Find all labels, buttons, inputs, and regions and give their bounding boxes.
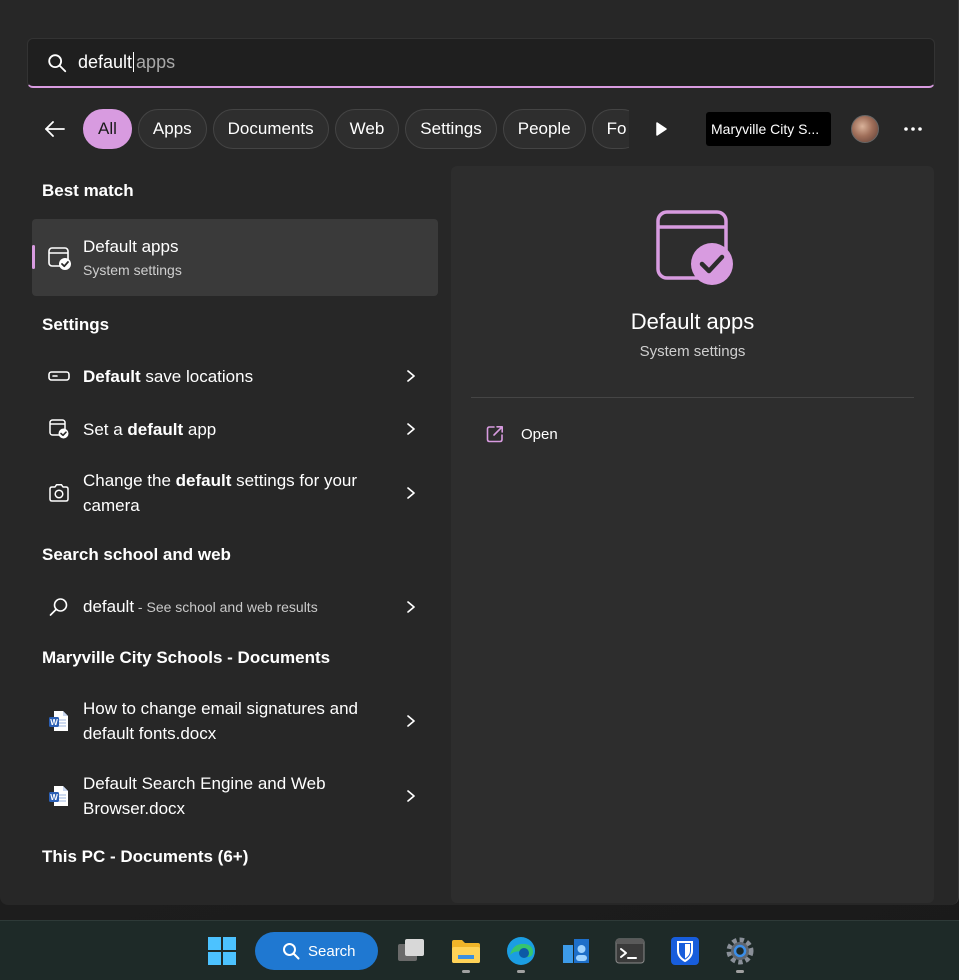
back-button[interactable] [33,109,77,149]
svg-text:W: W [50,718,58,727]
label-rest: app [183,419,217,439]
chevron-right-icon[interactable] [404,369,418,383]
user-avatar[interactable] [851,115,879,143]
filter-chip-settings[interactable]: Settings [405,109,497,149]
terminal-icon[interactable] [614,935,646,967]
preview-pane: Default apps System settings Open [451,166,934,903]
open-external-icon [486,425,504,443]
search-box[interactable]: default apps [27,38,935,88]
taskbar-search-label: Search [308,942,356,960]
search-typed-text: default [78,52,135,72]
filter-chip-folders[interactable]: Fo [591,109,629,149]
filter-chip-people[interactable]: People [502,109,586,149]
company-portal-icon[interactable] [560,935,592,967]
best-match-title: Default apps [83,237,179,256]
web-search-result[interactable]: default - See school and web results [32,593,438,621]
org-account-button[interactable]: Maryville City S... [706,112,831,146]
running-indicator [462,970,470,973]
search-icon [49,598,68,616]
chevron-right-icon[interactable] [404,714,418,728]
label-pre: Change the [83,471,176,490]
filter-bar: All Apps Documents Web Settings People F… [27,108,935,150]
task-view-icon[interactable] [395,935,427,967]
bitwarden-shield-icon[interactable] [669,935,701,967]
selection-indicator [32,245,35,269]
best-match-subtitle: System settings [83,262,182,278]
taskbar: Search [0,920,959,980]
file-explorer-icon[interactable] [450,935,482,967]
settings-result-set-default-app[interactable]: Set a default app [32,415,438,443]
section-title-best-match: Best match [42,181,134,200]
document-result[interactable]: W How to change email signatures and def… [32,695,438,747]
default-apps-icon [48,246,71,270]
play-icon [656,122,667,136]
running-indicator [736,970,744,973]
edge-browser-icon[interactable] [505,935,537,967]
filter-chips: All Apps Documents Web Settings People F… [83,109,629,149]
settings-result-label: Change the default settings for your cam… [83,468,383,518]
search-suggestion-text: apps [136,52,176,72]
filter-chip-documents[interactable]: Documents [212,109,329,149]
section-title-search-web: Search school and web [42,545,231,564]
preview-divider [471,397,914,398]
document-result[interactable]: W Default Search Engine and Web Browser.… [32,770,438,822]
camera-icon [49,484,69,502]
word-doc-icon: W [49,711,68,731]
settings-result-camera[interactable]: Change the default settings for your cam… [32,467,438,519]
highlight-term: Default [83,366,141,386]
word-doc-icon: W [49,786,68,806]
section-title-school-documents: Maryville City Schools - Documents [42,648,331,667]
more-filters-button[interactable] [641,109,681,149]
best-match-result[interactable]: Default apps System settings [32,219,438,296]
web-result-label: default - See school and web results [83,594,383,620]
label-pre: Set a [83,419,128,439]
running-indicator [517,970,525,973]
windows-start-icon[interactable] [206,935,238,967]
settings-result-label: Set a default app [83,417,383,442]
settings-result-label: Default save locations [83,364,383,389]
document-title: Default Search Engine and Web Browser.do… [83,774,326,818]
section-title-this-pc[interactable]: This PC - Documents (6+) [42,847,248,867]
chevron-right-icon[interactable] [404,789,418,803]
preview-title: Default apps [630,309,755,334]
search-input[interactable]: default apps [78,52,175,73]
search-icon [48,53,67,72]
filter-chip-apps[interactable]: Apps [137,109,207,149]
svg-text:W: W [50,793,58,802]
filter-chip-all[interactable]: All [83,109,132,149]
start-search-panel: default apps All Apps Documents Web Setti… [0,0,959,905]
section-title-settings: Settings [42,315,110,334]
web-result-term: default [83,597,135,616]
settings-gear-icon[interactable] [724,935,756,967]
document-title: How to change email signatures and defau… [83,699,358,743]
default-apps-icon [49,419,69,439]
open-action[interactable]: Open [485,424,558,444]
open-action-label: Open [521,425,558,443]
search-icon [283,943,300,960]
chevron-right-icon[interactable] [404,422,418,436]
web-result-hint: - See school and web results [134,599,318,615]
highlight-term: default [127,419,184,439]
filter-chip-web[interactable]: Web [334,109,400,149]
best-match-text: Default apps System settings [83,237,182,278]
chevron-right-icon[interactable] [404,600,418,614]
storage-icon [48,371,70,381]
preview-subtitle: System settings [639,343,746,360]
settings-result-save-locations[interactable]: Default save locations [32,362,438,390]
taskbar-search-button[interactable]: Search [255,932,378,970]
highlight-term: default [175,471,232,490]
more-options-button[interactable] [893,109,933,149]
label-rest: save locations [140,366,254,386]
chevron-right-icon[interactable] [404,486,418,500]
ellipsis-icon [904,127,922,131]
back-arrow-icon [45,121,65,137]
default-apps-icon [656,210,733,285]
